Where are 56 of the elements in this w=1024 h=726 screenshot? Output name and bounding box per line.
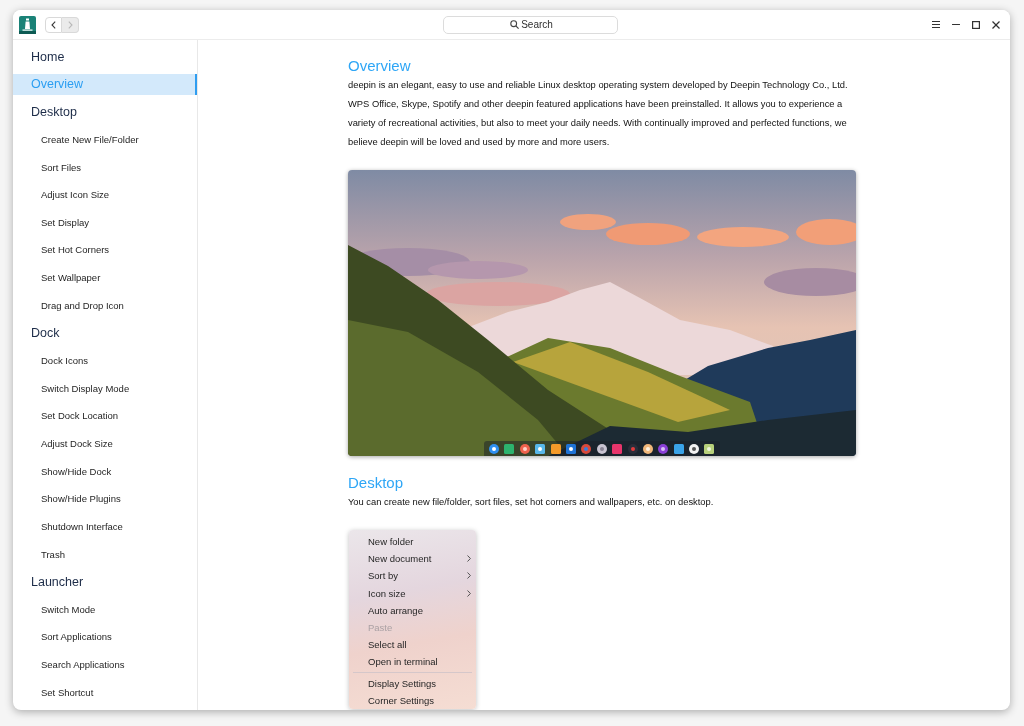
sidebar-subitem[interactable]: Trash [13,543,197,565]
back-button[interactable] [45,16,62,33]
sidebar-subitem[interactable]: Set Dock Location [13,405,197,427]
sidebar-subitem[interactable]: Drag and Drop Icon [13,294,197,316]
menu-item[interactable]: New folder [368,536,414,548]
sidebar-subitem[interactable]: Sort Applications [13,626,197,648]
logo-icon [19,15,36,34]
sidebar-subitem[interactable]: Show/Hide Dock [13,460,197,482]
app-icon[interactable] [519,443,530,454]
app-icon[interactable] [642,443,653,454]
paragraph: You can create new file/folder, sort files, set hot corners and wallpapers, etc. on desktop. [348,496,715,509]
app-icon[interactable] [704,443,715,454]
sidebar-item[interactable]: Launcher [13,571,197,593]
close-icon [992,20,1000,29]
menu-item[interactable]: Auto arrange [368,604,423,616]
sidebar-subitem[interactable]: Set Hot Corners [13,239,197,261]
sidebar-subitem[interactable]: Show/Hide Plugins [13,488,197,510]
minimize-icon [952,23,960,26]
menu-item[interactable]: Open in terminal [368,656,438,668]
app-icon[interactable] [673,443,684,454]
sidebar-subitem[interactable]: Set Wallpaper [13,267,197,289]
search-icon [510,20,519,29]
sidebar-subitem[interactable]: Adjust Dock Size [13,432,197,454]
paragraph: deepin is an elegant, easy to use and reliable Linux desktop operating system developed by Deepin Technology Co., Ltd. WPS Office, Skype, Spotify and other deepin featured applications have been preinstalled. It allows you to experience a variety of recreational activities, but also to meet your daily needs. With continually improved and perfected functions, we believe deepin will be loved and used by more and more users. [348,79,849,149]
sidebar-item[interactable]: Dock [13,322,197,344]
sidebar-subitem[interactable]: Dock Icons [13,350,197,372]
chevron-right-icon [67,20,73,29]
app-icon[interactable] [565,443,576,454]
section-heading: Desktop [348,473,405,493]
app-icon[interactable] [658,443,669,454]
sidebar-subitem[interactable]: Set Display [13,211,197,233]
section-heading: Overview [348,56,412,76]
menu-item[interactable]: Select all [368,639,407,651]
sidebar-subitem[interactable]: Adjust Icon Size [13,184,197,206]
sidebar-subitem[interactable]: Switch Mode [13,598,197,620]
app-icon[interactable] [596,443,607,454]
menu-item[interactable]: Sort by [368,570,399,582]
sidebar-item[interactable]: Desktop [13,101,197,123]
menu-item[interactable]: Icon size [368,587,406,599]
app-icon[interactable] [689,443,700,454]
maximize-icon [972,20,980,29]
menu-item[interactable]: Display Settings [368,677,437,689]
sidebar-subitem[interactable]: Switch Display Mode [13,377,197,399]
sidebar-subitem[interactable]: Sort Files [13,156,197,178]
search-field[interactable]: Search [443,15,618,34]
sidebar-subitem[interactable]: Create New File/Folder [13,128,197,150]
app-icon[interactable] [489,443,499,454]
sidebar-item[interactable]: Home [13,46,197,67]
sidebar-subitem[interactable]: Search Applications [13,654,197,676]
menu-icon [932,21,940,28]
menu-item[interactable]: Corner Settings [368,694,434,706]
sidebar-subitem[interactable]: Shutdown Interface [13,515,197,537]
sidebar-subitem[interactable]: Set Shortcut [13,681,197,703]
menu-item[interactable]: New document [368,553,432,565]
app-icon[interactable] [535,443,546,454]
chevron-left-icon [51,20,56,29]
